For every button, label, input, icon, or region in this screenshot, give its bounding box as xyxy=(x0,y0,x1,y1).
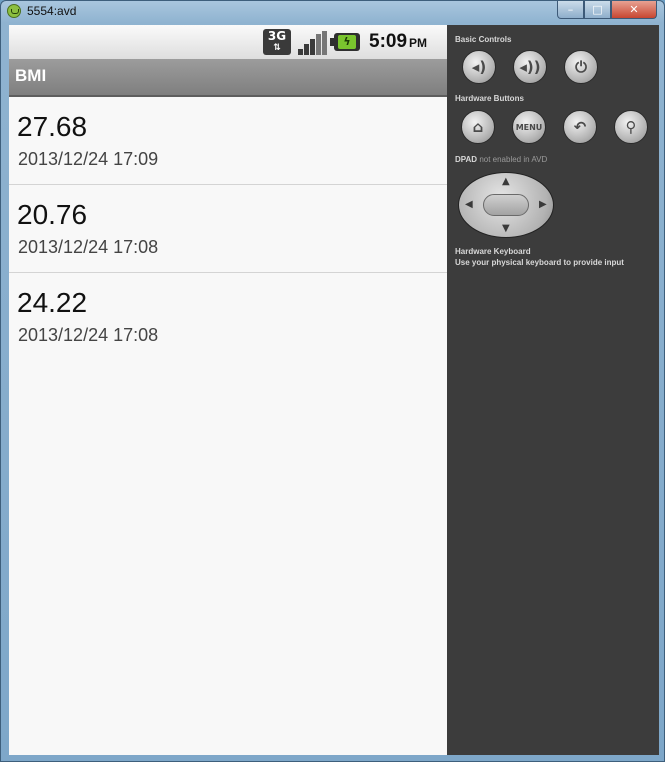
menu-button-label: MENU xyxy=(515,122,543,132)
back-icon: ↶ xyxy=(573,118,587,136)
device-screen[interactable]: 3G ⇅ ϟ 5:09 PM BMI 27.68 2013/12/24 17:0… xyxy=(9,25,447,755)
dpad-label-suffix: not enabled in AVD xyxy=(479,155,548,164)
basic-controls-label: Basic Controls xyxy=(455,35,512,44)
window-titlebar[interactable]: 5554:avd – □ ✕ xyxy=(1,1,664,23)
app-title-bar: BMI xyxy=(9,59,447,97)
clock-time: 5:09 xyxy=(369,31,408,52)
window-title: 5554:avd xyxy=(27,4,77,18)
bmi-value: 27.68 xyxy=(17,111,88,142)
app-title: BMI xyxy=(15,66,47,85)
home-icon: ⌂ xyxy=(472,118,484,136)
bmi-value: 20.76 xyxy=(17,199,88,230)
search-button[interactable]: ⚲ xyxy=(614,110,648,144)
record-timestamp: 2013/12/24 17:08 xyxy=(18,325,159,345)
network-type-label: 3G xyxy=(267,29,287,43)
status-clock: 5:09 PM xyxy=(369,31,427,53)
menu-button[interactable]: MENU xyxy=(512,110,546,144)
network-3g-icon: 3G ⇅ xyxy=(263,29,291,55)
emulator-window: 5554:avd – □ ✕ 3G ⇅ ϟ 5:09 PM BMI 27.68 … xyxy=(0,0,665,762)
signal-strength-icon xyxy=(298,31,327,55)
list-item[interactable]: 20.76 2013/12/24 17:08 xyxy=(9,185,447,273)
bmi-history-list[interactable]: 27.68 2013/12/24 17:09 20.76 2013/12/24 … xyxy=(9,97,447,360)
android-icon xyxy=(7,4,21,18)
dpad-label: DPAD not enabled in AVD xyxy=(455,155,547,164)
record-timestamp: 2013/12/24 17:09 xyxy=(18,149,159,169)
clock-ampm: PM xyxy=(409,36,428,50)
dpad-center-button[interactable] xyxy=(483,194,529,216)
dpad-label-prefix: DPAD xyxy=(455,155,478,164)
dpad-down-icon[interactable]: ▼ xyxy=(502,224,510,234)
hardware-keyboard-label: Hardware Keyboard xyxy=(455,247,531,256)
list-item[interactable]: 27.68 2013/12/24 17:09 xyxy=(9,97,447,185)
bmi-value: 24.22 xyxy=(17,287,88,318)
power-button[interactable]: ⏻ xyxy=(564,50,598,84)
list-item[interactable]: 24.22 2013/12/24 17:08 xyxy=(9,273,447,360)
close-icon: ✕ xyxy=(629,3,639,16)
status-bar: 3G ⇅ ϟ 5:09 PM xyxy=(9,25,447,59)
emulator-control-panel: Basic Controls ◂) ◂)) ⏻ Hardware Buttons… xyxy=(447,25,659,755)
record-timestamp: 2013/12/24 17:08 xyxy=(18,237,159,257)
minimize-button[interactable]: – xyxy=(557,1,584,19)
maximize-icon: □ xyxy=(592,3,603,16)
search-icon: ⚲ xyxy=(625,118,637,136)
minimize-icon: – xyxy=(567,3,574,16)
volume-down-icon: ◂) xyxy=(471,58,487,76)
maximize-button[interactable]: □ xyxy=(584,1,611,19)
data-activity-icon: ⇅ xyxy=(273,43,281,53)
power-icon: ⏻ xyxy=(575,58,587,76)
volume-down-button[interactable]: ◂) xyxy=(462,50,496,84)
home-button[interactable]: ⌂ xyxy=(461,110,495,144)
dpad-left-icon[interactable]: ◀ xyxy=(465,200,473,210)
hardware-buttons-label: Hardware Buttons xyxy=(455,94,524,103)
dpad-control[interactable]: ▲ ▼ ◀ ▶ xyxy=(458,172,554,238)
hardware-keyboard-hint: Use your physical keyboard to provide in… xyxy=(455,258,624,267)
battery-charging-icon: ϟ xyxy=(330,33,360,51)
close-button[interactable]: ✕ xyxy=(611,1,657,19)
dpad-up-icon[interactable]: ▲ xyxy=(502,177,510,187)
volume-up-button[interactable]: ◂)) xyxy=(513,50,547,84)
back-button[interactable]: ↶ xyxy=(563,110,597,144)
dpad-right-icon[interactable]: ▶ xyxy=(539,200,547,210)
volume-up-icon: ◂)) xyxy=(519,58,541,76)
